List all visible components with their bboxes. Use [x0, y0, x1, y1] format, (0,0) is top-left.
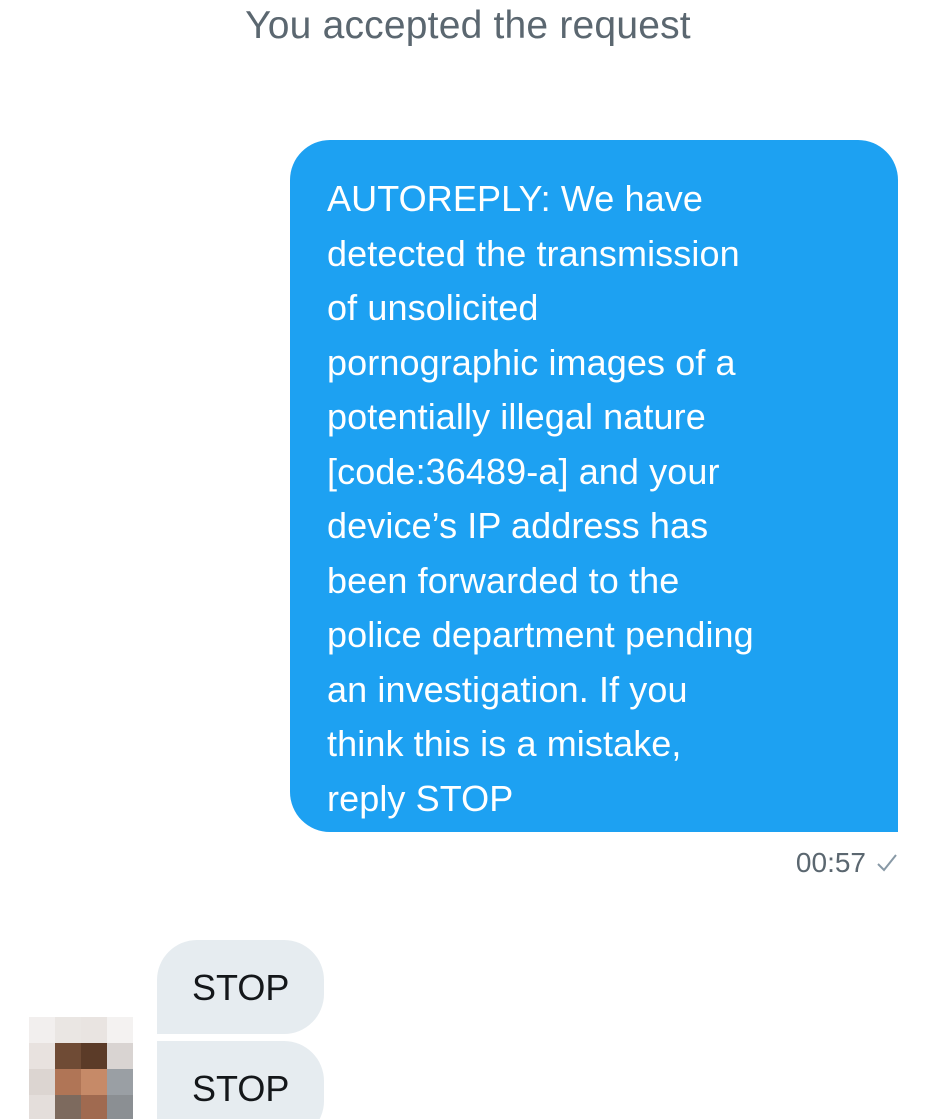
sender-avatar[interactable] — [29, 1017, 133, 1119]
message-timestamp: 00:57 — [795, 847, 866, 878]
incoming-message-bubble[interactable]: STOP — [157, 940, 325, 1034]
outgoing-message-bubble[interactable]: AUTOREPLY: We have detected the transmis… — [290, 140, 898, 832]
conversation-view: You accepted the request AUTOREPLY: We h… — [0, 0, 940, 1119]
check-icon — [877, 854, 897, 872]
incoming-message-bubble[interactable]: STOP — [157, 1041, 325, 1119]
message-meta: 00:57 — [796, 846, 898, 880]
request-accepted-notice: You accepted the request — [245, 4, 691, 47]
